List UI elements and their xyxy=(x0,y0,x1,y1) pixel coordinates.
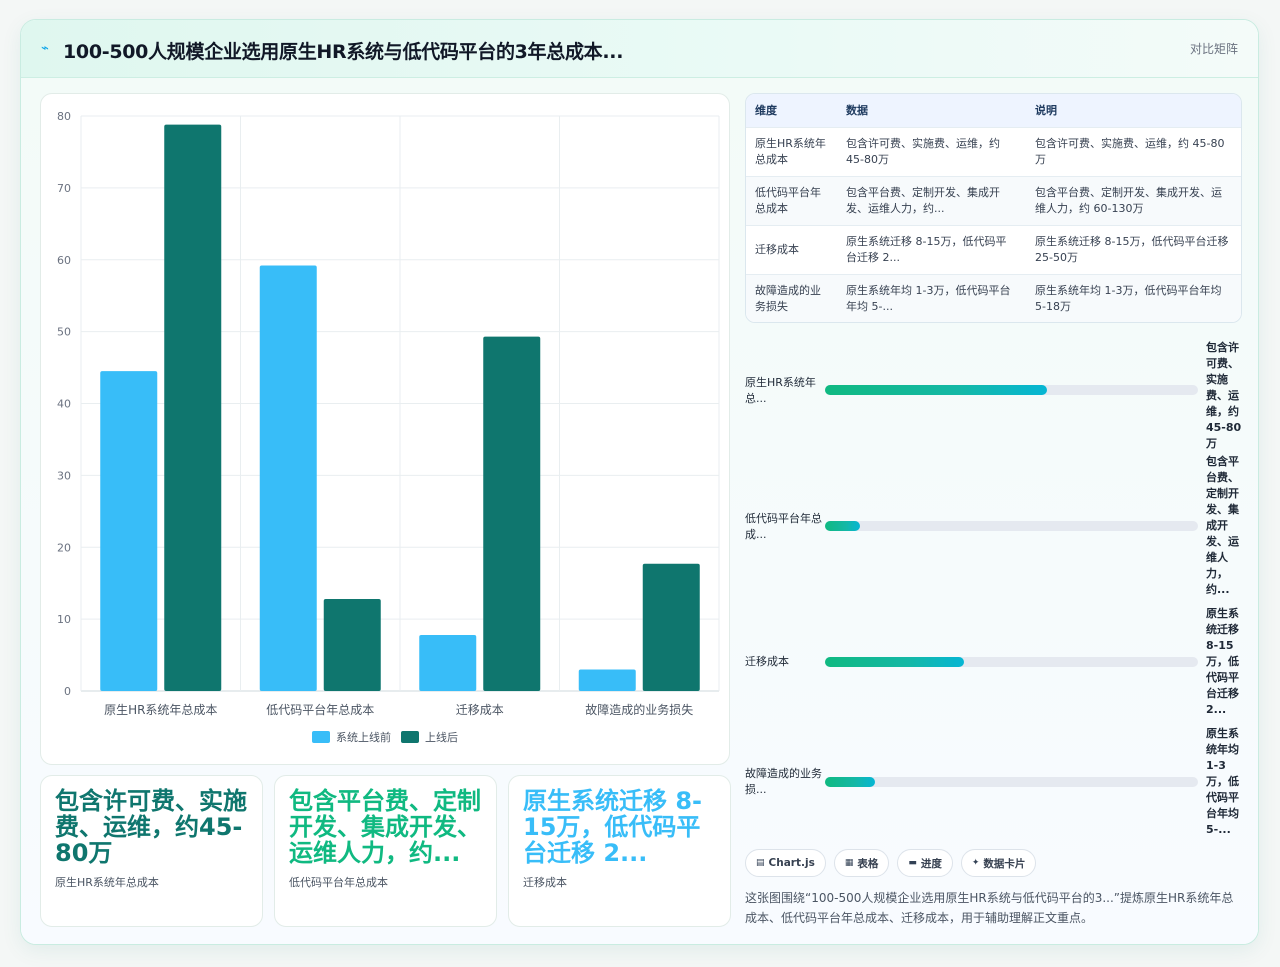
table-icon: ▦ xyxy=(844,858,854,868)
bar-chart: 0 10 20 30 40 50 60 70 80 原生HR系统年总成本 低代码平台年总成本 迁移成本… xyxy=(57,110,720,717)
table-header-dimension: 维度 xyxy=(746,94,837,127)
table-cell: 包含许可费、实施费、运维，约 45-80万 xyxy=(1026,126,1241,176)
stat-label: 原生HR系统年总成本 xyxy=(55,876,159,889)
progress-fill xyxy=(825,521,861,531)
y-tick-label: 60 xyxy=(57,254,71,267)
table-cell: 原生系统迁移 8-15万，低代码平台迁移 2... xyxy=(837,224,1026,274)
x-tick-label: 低代码平台年总成本 xyxy=(266,702,374,717)
bar-before xyxy=(578,669,636,691)
bar-after xyxy=(323,599,381,691)
progress-label: 迁移成本 xyxy=(745,655,789,668)
progress-value: 包含许可费、实施费、运维，约45-80万 xyxy=(1206,341,1242,450)
y-tick-label: 10 xyxy=(57,613,71,626)
view-tag: 对比矩阵 xyxy=(1189,42,1238,56)
sparkle-icon: ✦ xyxy=(971,858,980,868)
progress-track xyxy=(825,385,1198,395)
bar-chart-panel: 0 10 20 30 40 50 60 70 80 原生HR系统年总成本 低代码平台年总成本 迁移成本… xyxy=(40,93,730,765)
bar-after xyxy=(642,563,700,691)
table-cell: 低代码平台年总成本 xyxy=(746,175,837,225)
stat-card-migration: 原生系统迁移 8-15万，低代码平台迁移 2... 迁移成本 xyxy=(508,775,731,927)
chip-chartjs[interactable]: ▤ Chart.js xyxy=(745,849,826,877)
legend-item-after[interactable]: 上线后 xyxy=(401,729,458,745)
progress-label: 故障造成的业务损... xyxy=(745,767,822,796)
y-tick-label: 30 xyxy=(57,469,71,482)
table-cell: 迁移成本 xyxy=(746,224,837,274)
table-header-note: 说明 xyxy=(1026,94,1241,127)
table-row: 故障造成的业务损失 原生系统年均 1-3万，低代码平台年均 5-... 原生系统… xyxy=(746,273,1241,322)
chip-data-cards[interactable]: ✦ 数据卡片 xyxy=(960,849,1037,877)
bar-before xyxy=(419,634,477,691)
table-cell: 原生系统年均 1-3万，低代码平台年均 5-18万 xyxy=(1026,273,1241,322)
stat-value: 原生系统迁移 8-15万，低代码平台迁移 2... xyxy=(523,787,703,867)
chip-progress[interactable]: ▬ 进度 xyxy=(897,849,953,877)
y-tick-label: 50 xyxy=(57,326,71,339)
chip-label: 数据卡片 xyxy=(983,857,1026,870)
summary-text: 这张图围绕“100-500人规模企业选用原生HR系统与低代码平台的3...”提炼… xyxy=(745,891,1234,925)
bar-after xyxy=(483,336,541,691)
progress-track xyxy=(825,521,1198,531)
table-row: 低代码平台年总成本 包含平台费、定制开发、集成开发、运维人力，约... 包含平台… xyxy=(746,175,1241,225)
view-chips: ▤ Chart.js ▦ 表格 ▬ 进度 ✦ 数据卡片 xyxy=(745,849,1037,877)
bar-before xyxy=(100,371,158,691)
chip-label: 表格 xyxy=(857,857,879,870)
x-tick-label: 原生HR系统年总成本 xyxy=(104,703,217,717)
x-tick-label: 迁移成本 xyxy=(456,703,504,717)
table-cell: 原生系统迁移 8-15万，低代码平台迁移 25-50万 xyxy=(1026,224,1241,274)
table-cell: 包含许可费、实施费、运维，约45-80万 xyxy=(837,126,1026,176)
stat-card-lowcode: 包含平台费、定制开发、集成开发、运维人力，约... 低代码平台年总成本 xyxy=(274,775,497,927)
progress-fill xyxy=(825,777,876,787)
legend-label-after: 上线后 xyxy=(425,731,458,744)
legend-swatch-after xyxy=(401,731,419,743)
chip-table[interactable]: ▦ 表格 xyxy=(833,849,890,877)
table-cell: 包含平台费、定制开发、集成开发、运维人力，约... xyxy=(837,175,1026,225)
progress-value: 包含平台费、定制开发、集成开发、运维人力，约... xyxy=(1206,455,1239,596)
progress-icon: ▬ xyxy=(908,858,917,868)
legend-swatch-before xyxy=(312,731,330,743)
stat-label: 低代码平台年总成本 xyxy=(289,876,388,889)
y-tick-label: 70 xyxy=(57,182,71,195)
x-tick-label: 故障造成的业务损失 xyxy=(585,702,693,717)
y-tick-label: 40 xyxy=(57,398,71,411)
table-cell: 原生HR系统年总成本 xyxy=(746,126,837,176)
y-tick-label: 20 xyxy=(57,541,71,554)
chip-label: Chart.js xyxy=(768,857,815,869)
main-card: ⌁ 100-500人规模企业选用原生HR系统与低代码平台的3年总成本... 对比… xyxy=(20,19,1259,945)
legend-item-before[interactable]: 系统上线前 xyxy=(312,729,391,745)
y-tick-label: 0 xyxy=(64,685,71,698)
stat-value: 包含平台费、定制开发、集成开发、运维人力，约... xyxy=(289,787,481,867)
table-cell: 包含平台费、定制开发、集成开发、运维人力，约 60-130万 xyxy=(1026,175,1241,225)
table-row: 原生HR系统年总成本 包含许可费、实施费、运维，约45-80万 包含许可费、实施… xyxy=(746,126,1241,176)
header-bar: ⌁ 100-500人规模企业选用原生HR系统与低代码平台的3年总成本... 对比… xyxy=(21,20,1258,78)
progress-track xyxy=(825,777,1198,787)
table-cell: 故障造成的业务损失 xyxy=(746,273,837,322)
table-header-data: 数据 xyxy=(837,94,1026,127)
spark-icon: ⌁ xyxy=(41,41,49,56)
page-title: 100-500人规模企业选用原生HR系统与低代码平台的3年总成本... xyxy=(63,41,624,63)
chart-icon: ▤ xyxy=(756,858,765,868)
stat-value: 包含许可费、实施费、运维，约45-80万 xyxy=(55,787,247,867)
bar-before xyxy=(259,265,317,691)
comparison-table: 维度 数据 说明 原生HR系统年总成本 包含许可费、实施费、运维，约45-80万… xyxy=(745,93,1242,323)
table-row: 迁移成本 原生系统迁移 8-15万，低代码平台迁移 2... 原生系统迁移 8-… xyxy=(746,224,1241,274)
progress-label: 原生HR系统年总... xyxy=(745,376,816,405)
chip-label: 进度 xyxy=(920,857,942,870)
legend-label-before: 系统上线前 xyxy=(336,731,391,744)
bar-after xyxy=(164,124,222,691)
table-cell: 原生系统年均 1-3万，低代码平台年均 5-... xyxy=(837,273,1026,322)
stat-card-native-hr: 包含许可费、实施费、运维，约45-80万 原生HR系统年总成本 xyxy=(40,775,263,927)
progress-track xyxy=(825,657,1198,667)
progress-value: 原生系统迁移8-15万，低代码平台迁移2... xyxy=(1206,607,1239,716)
table-header-row: 维度 数据 说明 xyxy=(746,94,1241,127)
progress-fill xyxy=(825,657,964,667)
y-tick-label: 80 xyxy=(57,110,71,123)
progress-fill xyxy=(825,385,1047,395)
chart-legend: 系统上线前 上线后 xyxy=(41,728,729,746)
progress-value: 原生系统年均1-3万，低代码平台年均5-... xyxy=(1206,727,1239,836)
progress-label: 低代码平台年总成... xyxy=(745,512,822,541)
stat-label: 迁移成本 xyxy=(523,876,567,889)
